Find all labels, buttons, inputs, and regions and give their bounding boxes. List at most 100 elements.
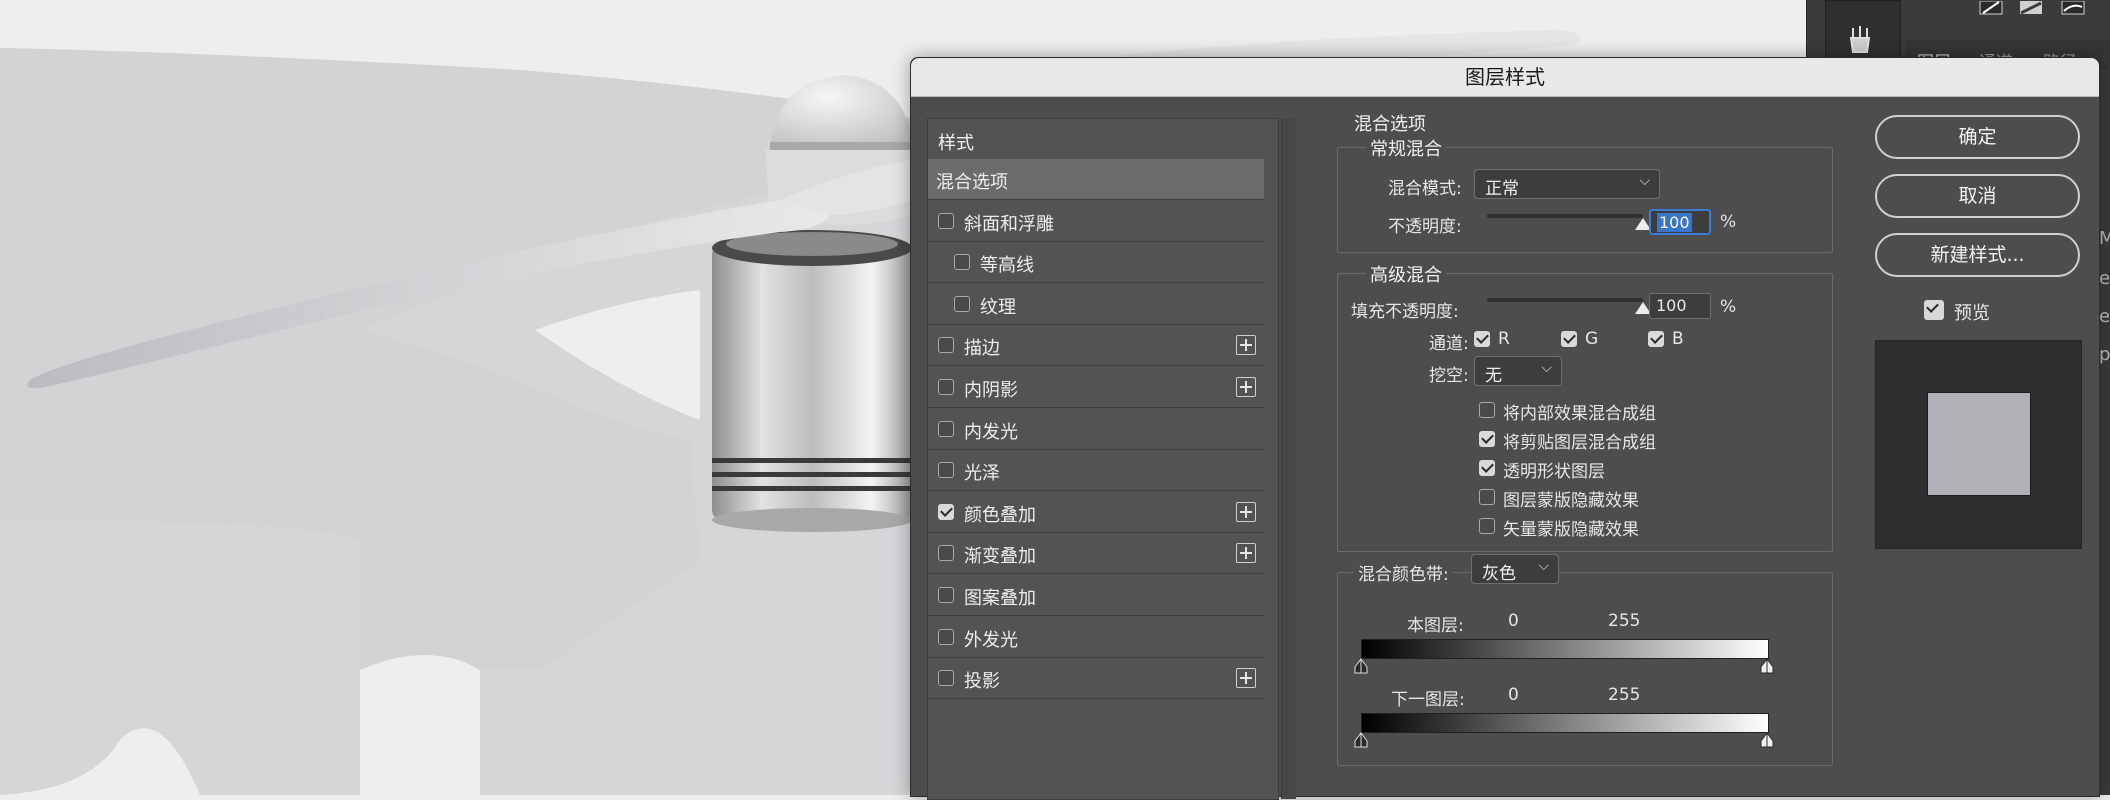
style-item-label: 颜色叠加 (964, 504, 1036, 526)
add-effect-icon[interactable] (1236, 543, 1256, 564)
opacity-slider[interactable] (1487, 214, 1643, 218)
advanced-option-checkbox[interactable] (1479, 402, 1495, 418)
style-item[interactable]: 纹理 (928, 284, 1264, 325)
channel-b-label: B (1672, 329, 1684, 349)
style-item-label: 投影 (964, 671, 1000, 693)
underlying-white-marker[interactable] (1760, 732, 1774, 748)
brush-tool-icon[interactable] (1845, 24, 1875, 54)
style-preview (1875, 340, 2082, 549)
opacity-unit: % (1720, 212, 1737, 232)
advanced-option-label: 矢量蒙版隐藏效果 (1503, 520, 1639, 540)
blending-options-title: 混合选项 (1354, 114, 1426, 135)
knockout-label: 挖空: (1429, 366, 1469, 386)
add-effect-icon[interactable] (1236, 377, 1256, 397)
style-item-checkbox[interactable] (938, 587, 954, 603)
chevron-down-icon: ⌵ (1538, 558, 1549, 574)
style-item[interactable]: 混合选项 (928, 159, 1264, 200)
advanced-option-checkbox[interactable] (1479, 460, 1495, 476)
blend-if-group (1337, 572, 1833, 766)
cancel-button[interactable]: 取消 (1875, 174, 2080, 218)
blend-mode-label: 混合模式: (1388, 179, 1462, 199)
this-layer-low-value: 0 (1508, 611, 1519, 631)
style-item-checkbox[interactable] (938, 337, 954, 354)
style-item-label: 混合选项 (936, 172, 1008, 193)
style-item-checkbox[interactable] (938, 628, 954, 645)
general-blending-group (1337, 147, 1833, 253)
fill-opacity-slider[interactable] (1487, 298, 1643, 302)
panel-edge-text: er (2099, 306, 2110, 327)
style-item-checkbox[interactable] (938, 670, 954, 687)
blend-if-label: 混合颜色带: (1354, 560, 1453, 585)
style-item[interactable]: 图案叠加 (928, 575, 1264, 616)
style-item-label: 渐变叠加 (964, 546, 1036, 568)
opacity-label: 不透明度: (1388, 217, 1462, 237)
ok-button[interactable]: 确定 (1875, 115, 2080, 159)
style-item-label: 内发光 (964, 421, 1018, 443)
style-item-checkbox[interactable] (954, 254, 970, 271)
adjust-icon-1[interactable] (1979, 0, 2003, 15)
style-item[interactable]: 内发光 (928, 409, 1264, 450)
this-layer-high-value: 255 (1608, 611, 1641, 631)
style-item[interactable]: 斜面和浮雕 (928, 201, 1264, 242)
style-item-checkbox[interactable] (938, 379, 954, 395)
style-item-checkbox[interactable] (938, 462, 954, 479)
layer-style-dialog: 图层样式 样式 混合选项斜面和浮雕等高线 纹理 描边内阴影内发光光泽颜色叠加渐变叠加… (910, 57, 2100, 800)
underlying-low-value: 0 (1508, 685, 1519, 705)
advanced-option-label: 透明形状图层 (1503, 462, 1605, 482)
knockout-value: 无 (1485, 366, 1502, 386)
advanced-option-label: 图层蒙版隐藏效果 (1503, 491, 1639, 511)
advanced-option-checkbox[interactable] (1479, 518, 1495, 534)
adjust-icon-3[interactable] (2061, 0, 2085, 15)
adjust-icon-2[interactable] (2019, 0, 2043, 15)
advanced-option-checkbox[interactable] (1479, 431, 1495, 447)
new-style-button[interactable]: 新建样式... (1875, 233, 2080, 277)
preview-label: 预览 (1954, 303, 1990, 324)
style-item[interactable]: 颜色叠加 (928, 492, 1264, 533)
style-item[interactable]: 外发光 (928, 617, 1264, 658)
channels-label: 通道: (1429, 334, 1469, 354)
channel-r-label: R (1498, 329, 1510, 349)
this-layer-gradient (1361, 639, 1769, 659)
style-item[interactable]: 光泽 (928, 450, 1264, 492)
advanced-option-checkbox[interactable] (1479, 489, 1495, 505)
channel-r-checkbox[interactable] (1474, 331, 1490, 347)
add-effect-icon[interactable] (1236, 501, 1256, 522)
panel-edge-text: M (2099, 228, 2110, 249)
add-effect-icon[interactable] (1236, 335, 1256, 356)
blend-if-dropdown[interactable]: 灰色 ⌵ (1471, 554, 1559, 584)
style-item[interactable]: 等高线 (928, 242, 1264, 284)
blend-mode-dropdown[interactable]: 正常 ⌵ (1474, 169, 1660, 199)
add-effect-icon[interactable] (1236, 668, 1256, 689)
style-item-checkbox[interactable] (938, 212, 954, 229)
style-item-checkbox[interactable] (954, 295, 970, 312)
styles-list-scrollbar[interactable] (1281, 119, 1296, 799)
style-item-label: 光泽 (964, 463, 1000, 485)
styles-list-header[interactable]: 样式 (938, 129, 974, 155)
chevron-down-icon: ⌵ (1541, 360, 1552, 376)
fill-opacity-input[interactable]: 100 (1649, 293, 1711, 319)
style-item[interactable]: 投影 (928, 658, 1264, 700)
fill-opacity-unit: % (1720, 297, 1737, 317)
panel-edge-text: er (2099, 268, 2110, 289)
knockout-dropdown[interactable]: 无 ⌵ (1474, 356, 1562, 386)
underlying-layer-gradient (1361, 713, 1769, 733)
blend-mode-value: 正常 (1485, 179, 1519, 199)
this-layer-black-marker[interactable] (1354, 658, 1368, 674)
style-item[interactable]: 渐变叠加 (928, 533, 1264, 575)
style-item[interactable]: 描边 (928, 325, 1264, 367)
this-layer-white-marker[interactable] (1760, 658, 1774, 674)
opacity-input[interactable]: 100 (1649, 209, 1711, 235)
style-item-label: 外发光 (964, 629, 1018, 651)
style-item-checkbox[interactable] (938, 420, 954, 437)
channel-g-checkbox[interactable] (1561, 331, 1577, 347)
channel-b-checkbox[interactable] (1648, 331, 1664, 347)
style-item-label: 内阴影 (964, 380, 1018, 401)
style-item-label: 斜面和浮雕 (964, 213, 1054, 235)
preview-checkbox[interactable] (1924, 300, 1944, 320)
style-item-checkbox[interactable] (938, 503, 954, 520)
underlying-black-marker[interactable] (1354, 732, 1368, 748)
advanced-blending-legend: 高级混合 (1366, 261, 1446, 287)
style-item[interactable]: 内阴影 (928, 367, 1264, 408)
style-item-checkbox[interactable] (938, 545, 954, 562)
dialog-title[interactable]: 图层样式 (911, 58, 2099, 97)
